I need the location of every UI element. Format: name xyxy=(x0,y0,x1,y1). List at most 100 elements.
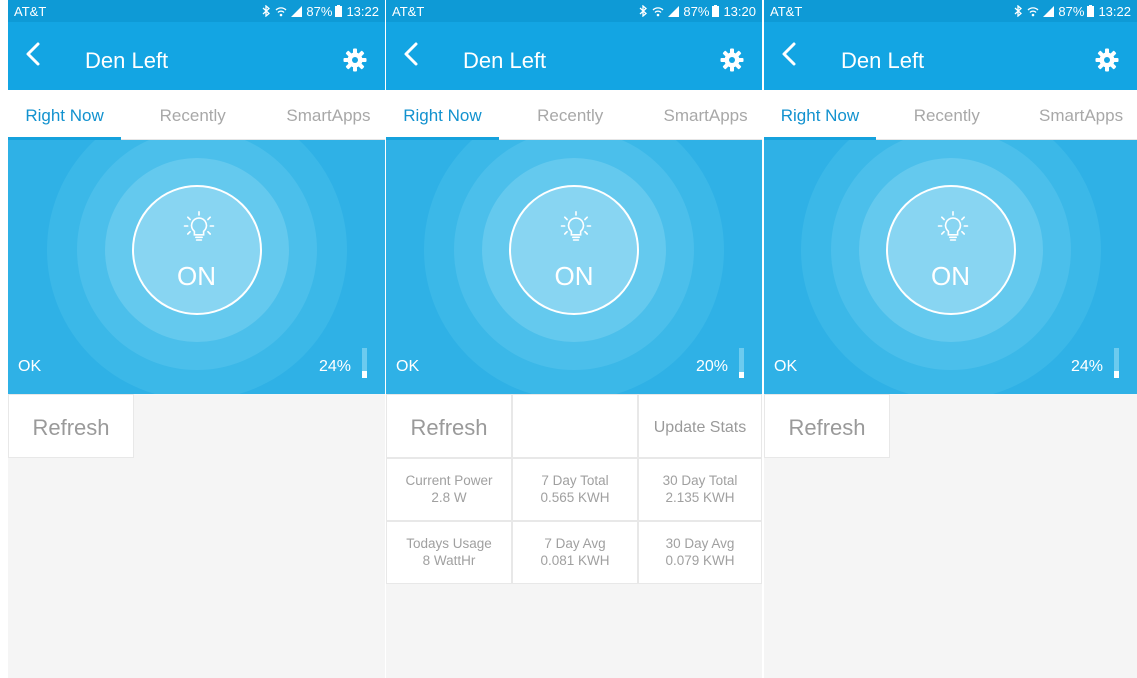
stat-tile: 30 Day Total 2.135 KWH xyxy=(638,458,762,521)
tab-recently[interactable]: Recently xyxy=(891,90,1003,140)
tab-bar: Right Now Recently SmartApps xyxy=(8,90,385,140)
empty-tile xyxy=(512,394,638,458)
lightbulb-icon xyxy=(558,209,594,245)
carrier-label: AT&T xyxy=(392,4,425,19)
power-toggle[interactable]: ON xyxy=(131,185,262,315)
level-slider[interactable] xyxy=(1114,348,1119,378)
level-slider[interactable] xyxy=(362,348,367,378)
stat-label: 7 Day Avg xyxy=(544,536,606,551)
tab-bar: Right Now Recently SmartApps xyxy=(764,90,1137,140)
power-state-label: ON xyxy=(554,261,594,291)
system-icons: 87% 13:20 xyxy=(639,4,756,20)
gear-icon[interactable] xyxy=(343,48,367,72)
power-state-label: ON xyxy=(931,261,970,291)
bluetooth-icon xyxy=(262,4,271,20)
tab-label: SmartApps xyxy=(1038,106,1124,125)
refresh-label: Refresh xyxy=(410,415,488,440)
device-title: Den Left xyxy=(463,48,547,73)
screens-container: AT&T 87% 13:22 Den Left Right Now Recently Sma… xyxy=(0,0,1137,678)
stat-tile: 30 Day Avg 0.079 KWH xyxy=(638,521,762,584)
stat-tile: Todays Usage 8 WattHr xyxy=(386,521,512,584)
carrier-label: AT&T xyxy=(770,4,803,19)
status-time: 13:20 xyxy=(723,4,756,19)
status-time: 13:22 xyxy=(1098,4,1131,19)
stat-value: 8 WattHr xyxy=(422,553,476,568)
tab-label: Recently xyxy=(537,106,604,125)
level-slider-fill xyxy=(362,370,367,378)
level-percent: 24% xyxy=(1070,358,1103,375)
stat-tile: 7 Day Total 0.565 KWH xyxy=(512,458,638,521)
battery-percent: 87% xyxy=(306,4,333,19)
gear-icon[interactable] xyxy=(1095,48,1119,72)
power-toggle[interactable]: ON xyxy=(509,185,639,315)
status-panel: ON OK 24% xyxy=(764,140,1137,394)
tab-smartapps[interactable]: SmartApps xyxy=(1025,90,1137,140)
refresh-label: Refresh xyxy=(32,415,110,440)
phone-screen: AT&T 87% 13:20 Den Left Right Now Recently Sma… xyxy=(386,0,762,678)
tab-right-now[interactable]: Right Now xyxy=(386,90,499,140)
system-icons: 87% 13:22 xyxy=(262,4,379,20)
status-bar: AT&T 87% 13:20 xyxy=(386,0,762,22)
device-title: Den Left xyxy=(85,48,169,73)
power-toggle[interactable]: ON xyxy=(885,185,1016,315)
back-chevron-icon[interactable] xyxy=(774,38,806,70)
tab-smartapps[interactable]: SmartApps xyxy=(272,90,385,140)
stat-value: 2.135 KWH xyxy=(665,490,735,505)
tab-recently[interactable]: Recently xyxy=(136,90,249,140)
stat-label: Todays Usage xyxy=(406,536,492,551)
health-status: OK xyxy=(18,358,42,375)
stat-value: 0.079 KWH xyxy=(665,553,735,568)
update-stats-label: Update Stats xyxy=(653,419,747,436)
tab-label: Recently xyxy=(159,106,226,125)
status-bar: AT&T 87% 13:22 xyxy=(8,0,385,22)
wifi-icon xyxy=(275,5,287,20)
back-chevron-icon[interactable] xyxy=(396,38,428,70)
stat-value: 0.081 KWH xyxy=(540,553,610,568)
wifi-icon xyxy=(1027,5,1039,20)
refresh-button[interactable]: Refresh xyxy=(764,394,890,458)
tab-recently[interactable]: Recently xyxy=(514,90,627,140)
refresh-button[interactable]: Refresh xyxy=(386,394,512,458)
level-percent: 24% xyxy=(318,358,351,375)
system-icons: 87% 13:22 xyxy=(1014,4,1131,20)
battery-icon xyxy=(1087,5,1095,20)
health-status: OK xyxy=(774,358,798,375)
update-stats-button[interactable]: Update Stats xyxy=(638,394,762,458)
tab-label: Right Now xyxy=(403,106,482,125)
stat-label: 30 Day Total xyxy=(662,473,738,488)
refresh-button[interactable]: Refresh xyxy=(8,394,134,458)
stat-value: 0.565 KWH xyxy=(540,490,610,505)
tab-bar: Right Now Recently SmartApps xyxy=(386,90,762,140)
tab-label: Right Now xyxy=(25,106,104,125)
tab-label: SmartApps xyxy=(286,106,371,125)
tab-right-now[interactable]: Right Now xyxy=(8,90,122,140)
level-slider-fill xyxy=(1114,370,1119,378)
battery-percent: 87% xyxy=(683,4,710,19)
signal-icon xyxy=(291,5,303,20)
tab-label: Right Now xyxy=(780,106,860,125)
stat-label: Current Power xyxy=(405,473,493,488)
stat-label: 7 Day Total xyxy=(541,473,609,488)
tab-label: SmartApps xyxy=(663,106,748,125)
phone-screen: AT&T 87% 13:22 Den Left Right Now Recently Sma… xyxy=(8,0,385,678)
back-chevron-icon[interactable] xyxy=(18,38,50,70)
carrier-label: AT&T xyxy=(14,4,47,19)
power-state-label: ON xyxy=(177,261,216,291)
bluetooth-icon xyxy=(639,4,648,20)
level-percent: 20% xyxy=(695,358,728,375)
health-status: OK xyxy=(396,358,420,375)
level-slider[interactable] xyxy=(739,348,744,378)
status-time: 13:22 xyxy=(346,4,379,19)
gear-icon[interactable] xyxy=(720,48,744,72)
tab-label: Recently xyxy=(913,106,980,125)
status-panel: ON OK 24% xyxy=(8,140,385,394)
signal-icon xyxy=(668,5,680,20)
lightbulb-icon xyxy=(935,209,971,245)
device-title: Den Left xyxy=(841,48,925,73)
tab-right-now[interactable]: Right Now xyxy=(764,90,876,140)
refresh-label: Refresh xyxy=(788,415,866,440)
signal-icon xyxy=(1043,5,1055,20)
wifi-icon xyxy=(652,5,664,20)
tab-smartapps[interactable]: SmartApps xyxy=(649,90,762,140)
level-slider-fill xyxy=(739,372,744,378)
